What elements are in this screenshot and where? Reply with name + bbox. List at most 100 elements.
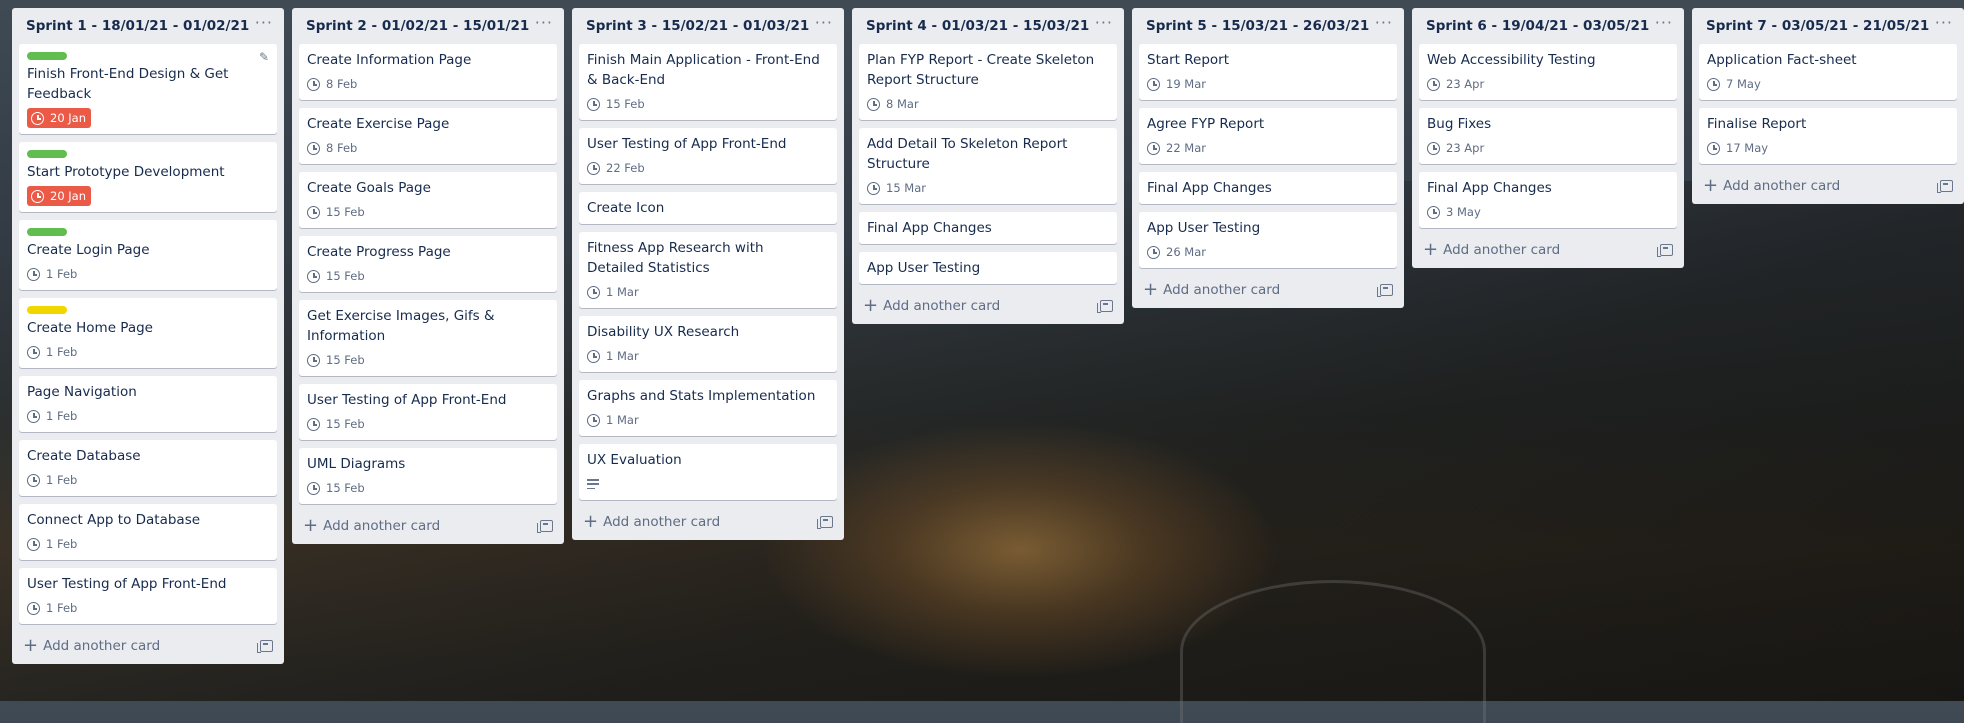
- due-date-badge[interactable]: 1 Feb: [27, 342, 77, 362]
- card[interactable]: Final App Changes: [859, 212, 1117, 244]
- more-options-icon[interactable]: ···: [255, 15, 273, 37]
- card[interactable]: Final App Changes: [1139, 172, 1397, 204]
- add-card-button[interactable]: + Add another card: [863, 297, 1000, 315]
- card-template-icon[interactable]: [1377, 284, 1393, 297]
- card[interactable]: Create Goals Page 15 Feb: [299, 172, 557, 228]
- card[interactable]: Finish Front-End Design & Get Feedback ✎ 2…: [19, 44, 277, 134]
- due-date-badge[interactable]: 8 Feb: [307, 74, 357, 94]
- list-header[interactable]: Sprint 1 - 18/01/21 - 01/02/21 ···: [19, 8, 277, 44]
- card[interactable]: Graphs and Stats Implementation 1 Mar: [579, 380, 837, 436]
- due-date-badge[interactable]: 1 Mar: [587, 346, 639, 366]
- list-title[interactable]: Sprint 2 - 01/02/21 - 15/01/21: [306, 18, 529, 34]
- add-card-button[interactable]: + Add another card: [1423, 241, 1560, 259]
- edit-pencil-icon[interactable]: ✎: [259, 50, 269, 64]
- due-date-badge[interactable]: 7 May: [1707, 74, 1761, 94]
- card[interactable]: User Testing of App Front-End 15 Feb: [299, 384, 557, 440]
- card[interactable]: Disability UX Research 1 Mar: [579, 316, 837, 372]
- list-title[interactable]: Sprint 3 - 15/02/21 - 01/03/21: [586, 18, 809, 34]
- list-sprint-3[interactable]: Sprint 3 - 15/02/21 - 01/03/21 ··· Finish …: [572, 8, 844, 540]
- list-title[interactable]: Sprint 5 - 15/03/21 - 26/03/21: [1146, 18, 1369, 34]
- card[interactable]: Add Detail To Skeleton Report Structure 1…: [859, 128, 1117, 204]
- due-date-badge[interactable]: 15 Feb: [307, 266, 365, 286]
- card-label[interactable]: [27, 52, 67, 60]
- card[interactable]: Finish Main Application - Front-End & Ba…: [579, 44, 837, 120]
- due-date-badge[interactable]: 15 Feb: [307, 202, 365, 222]
- card[interactable]: Create Login Page 1 Feb: [19, 220, 277, 290]
- card[interactable]: Create Home Page 1 Feb: [19, 298, 277, 368]
- list-title[interactable]: Sprint 7 - 03/05/21 - 21/05/21: [1706, 18, 1929, 34]
- card[interactable]: Plan FYP Report - Create Skeleton Report…: [859, 44, 1117, 120]
- due-date-badge[interactable]: 15 Feb: [587, 94, 645, 114]
- card[interactable]: Create Database 1 Feb: [19, 440, 277, 496]
- due-date-badge[interactable]: 1 Feb: [27, 470, 77, 490]
- card[interactable]: Create Information Page 8 Feb: [299, 44, 557, 100]
- due-date-badge[interactable]: 19 Mar: [1147, 74, 1206, 94]
- card[interactable]: Application Fact-sheet 7 May: [1699, 44, 1957, 100]
- more-options-icon[interactable]: ···: [1095, 15, 1113, 37]
- card[interactable]: Create Progress Page 15 Feb: [299, 236, 557, 292]
- add-card-button[interactable]: + Add another card: [23, 637, 160, 655]
- due-date-badge[interactable]: 1 Mar: [587, 282, 639, 302]
- add-card-button[interactable]: + Add another card: [303, 517, 440, 535]
- list-header[interactable]: Sprint 3 - 15/02/21 - 01/03/21 ···: [579, 8, 837, 44]
- due-date-badge[interactable]: 23 Apr: [1427, 138, 1484, 158]
- card[interactable]: Connect App to Database 1 Feb: [19, 504, 277, 560]
- due-date-badge[interactable]: 8 Mar: [867, 94, 919, 114]
- due-date-badge[interactable]: 1 Feb: [27, 534, 77, 554]
- card[interactable]: Final App Changes 3 May: [1419, 172, 1677, 228]
- card[interactable]: UML Diagrams 15 Feb: [299, 448, 557, 504]
- list-title[interactable]: Sprint 1 - 18/01/21 - 01/02/21: [26, 18, 249, 34]
- due-date-badge[interactable]: 15 Feb: [307, 350, 365, 370]
- card-template-icon[interactable]: [817, 516, 833, 529]
- card[interactable]: Agree FYP Report 22 Mar: [1139, 108, 1397, 164]
- more-options-icon[interactable]: ···: [815, 15, 833, 37]
- card[interactable]: Web Accessibility Testing 23 Apr: [1419, 44, 1677, 100]
- list-sprint-7[interactable]: Sprint 7 - 03/05/21 - 21/05/21 ··· Applica…: [1692, 8, 1964, 204]
- due-date-badge[interactable]: 23 Apr: [1427, 74, 1484, 94]
- due-date-badge[interactable]: 1 Feb: [27, 406, 77, 426]
- due-date-badge[interactable]: 1 Feb: [27, 598, 77, 618]
- card[interactable]: Page Navigation 1 Feb: [19, 376, 277, 432]
- due-date-badge[interactable]: 3 May: [1427, 202, 1481, 222]
- list-sprint-6[interactable]: Sprint 6 - 19/04/21 - 03/05/21 ··· Web Acc…: [1412, 8, 1684, 268]
- add-card-button[interactable]: + Add another card: [583, 513, 720, 531]
- list-header[interactable]: Sprint 6 - 19/04/21 - 03/05/21 ···: [1419, 8, 1677, 44]
- card[interactable]: Create Icon: [579, 192, 837, 224]
- card-template-icon[interactable]: [1097, 300, 1113, 313]
- card[interactable]: Fitness App Research with Detailed Stati…: [579, 232, 837, 308]
- card[interactable]: UX Evaluation: [579, 444, 837, 500]
- list-sprint-4[interactable]: Sprint 4 - 01/03/21 - 15/03/21 ··· Plan FY…: [852, 8, 1124, 324]
- list-header[interactable]: Sprint 7 - 03/05/21 - 21/05/21 ···: [1699, 8, 1957, 44]
- card[interactable]: Start Prototype Development 20 Jan: [19, 142, 277, 212]
- due-date-badge[interactable]: 15 Feb: [307, 478, 365, 498]
- list-header[interactable]: Sprint 4 - 01/03/21 - 15/03/21 ···: [859, 8, 1117, 44]
- due-date-badge[interactable]: 22 Mar: [1147, 138, 1206, 158]
- due-date-badge[interactable]: 8 Feb: [307, 138, 357, 158]
- card[interactable]: Get Exercise Images, Gifs & Information 1…: [299, 300, 557, 376]
- due-date-badge[interactable]: 20 Jan: [27, 108, 92, 128]
- due-date-badge[interactable]: 1 Feb: [27, 264, 77, 284]
- due-date-badge[interactable]: 17 May: [1707, 138, 1768, 158]
- card-label[interactable]: [27, 228, 67, 236]
- card[interactable]: Finalise Report 17 May: [1699, 108, 1957, 164]
- card[interactable]: App User Testing 26 Mar: [1139, 212, 1397, 268]
- card[interactable]: User Testing of App Front-End 1 Feb: [19, 568, 277, 624]
- card[interactable]: User Testing of App Front-End 22 Feb: [579, 128, 837, 184]
- card-template-icon[interactable]: [1937, 180, 1953, 193]
- list-sprint-5[interactable]: Sprint 5 - 15/03/21 - 26/03/21 ··· Start R…: [1132, 8, 1404, 308]
- list-sprint-1[interactable]: Sprint 1 - 18/01/21 - 01/02/21 ··· Finish …: [12, 8, 284, 664]
- more-options-icon[interactable]: ···: [1375, 15, 1393, 37]
- more-options-icon[interactable]: ···: [535, 15, 553, 37]
- list-sprint-2[interactable]: Sprint 2 - 01/02/21 - 15/01/21 ··· Create …: [292, 8, 564, 544]
- due-date-badge[interactable]: 26 Mar: [1147, 242, 1206, 262]
- card[interactable]: App User Testing: [859, 252, 1117, 284]
- add-card-button[interactable]: + Add another card: [1703, 177, 1840, 195]
- list-title[interactable]: Sprint 6 - 19/04/21 - 03/05/21: [1426, 18, 1649, 34]
- due-date-badge[interactable]: 15 Mar: [867, 178, 926, 198]
- list-title[interactable]: Sprint 4 - 01/03/21 - 15/03/21: [866, 18, 1089, 34]
- list-header[interactable]: Sprint 2 - 01/02/21 - 15/01/21 ···: [299, 8, 557, 44]
- card-template-icon[interactable]: [257, 640, 273, 653]
- card-label[interactable]: [27, 306, 67, 314]
- due-date-badge[interactable]: 22 Feb: [587, 158, 645, 178]
- card-label[interactable]: [27, 150, 67, 158]
